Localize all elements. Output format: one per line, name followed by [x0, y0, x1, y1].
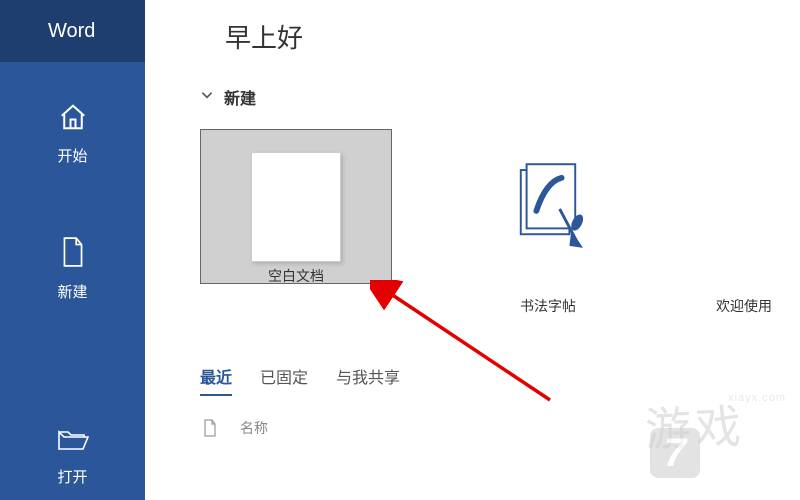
nav-new[interactable]: 新建 [0, 229, 145, 309]
template-label: 书法字帖 [520, 296, 576, 316]
nav-home[interactable]: 开始 [0, 94, 145, 174]
template-blank-document[interactable]: 空白文档 [200, 129, 392, 316]
list-header: 名称 [200, 418, 800, 438]
main-content: 早上好 新建 空白文档 [145, 0, 800, 500]
template-thumb [452, 129, 644, 284]
template-label: 欢迎使用 [716, 296, 772, 316]
nav-open-label: 打开 [57, 466, 87, 487]
tab-recent[interactable]: 最近 [200, 364, 232, 396]
app-brand: Word [0, 0, 145, 62]
template-welcome[interactable]: 欢迎使用 [704, 129, 784, 316]
new-section-header[interactable]: 新建 [200, 85, 800, 109]
template-label: 空白文档 [268, 266, 324, 286]
tab-shared[interactable]: 与我共享 [336, 364, 400, 394]
template-thumb [200, 129, 392, 284]
document-icon [60, 236, 86, 273]
template-calligraphy[interactable]: 书法字帖 [452, 129, 644, 316]
new-section-title: 新建 [224, 85, 256, 109]
home-icon [58, 102, 88, 137]
template-thumb [704, 129, 784, 284]
document-small-icon [200, 419, 220, 437]
column-name[interactable]: 名称 [240, 418, 268, 438]
calligraphy-icon [513, 164, 583, 250]
template-list: 空白文档 书法字帖 欢迎使用 [200, 129, 800, 316]
tab-pinned[interactable]: 已固定 [260, 364, 308, 394]
folder-open-icon [57, 427, 89, 458]
sidebar: Word 开始 新建 打开 [0, 0, 145, 500]
greeting-title: 早上好 [225, 18, 800, 55]
recent-tabs: 最近 已固定 与我共享 [200, 364, 800, 396]
nav-home-label: 开始 [57, 145, 87, 166]
nav-open[interactable]: 打开 [0, 417, 145, 497]
chevron-down-icon [200, 88, 214, 107]
blank-page-icon [251, 152, 341, 262]
nav-new-label: 新建 [57, 281, 87, 302]
